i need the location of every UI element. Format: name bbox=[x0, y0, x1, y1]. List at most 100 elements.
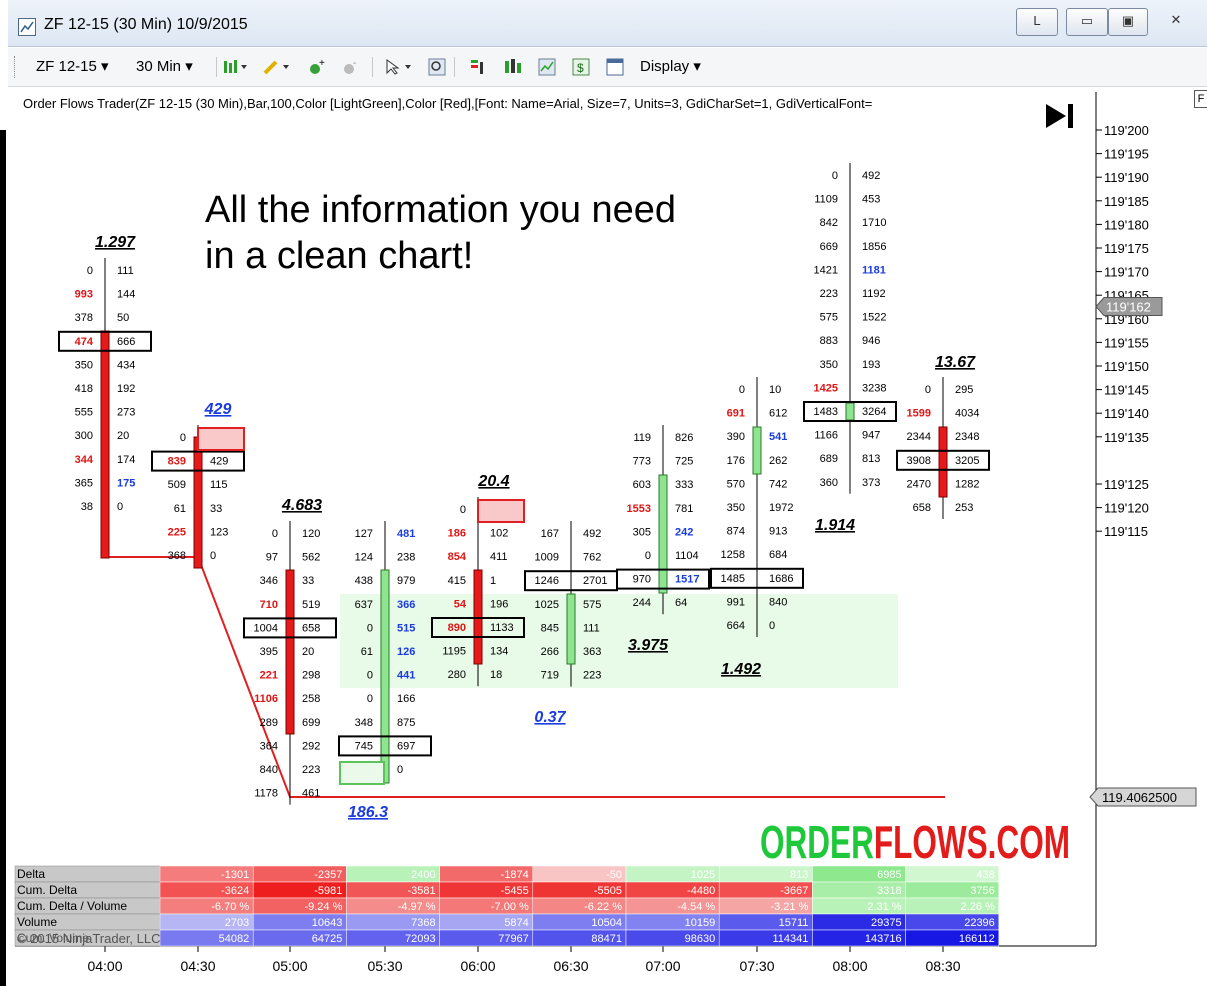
stats-value: 3318 bbox=[877, 885, 901, 897]
stats-value: 114341 bbox=[773, 933, 809, 945]
stats-value: -1301 bbox=[221, 869, 249, 881]
stats-value: 98630 bbox=[685, 933, 716, 945]
bid-volume: 991 bbox=[727, 596, 745, 608]
time-axis-label: 04:00 bbox=[87, 958, 122, 974]
time-axis-label: 08:30 bbox=[925, 958, 960, 974]
bid-volume: 691 bbox=[727, 408, 745, 420]
ask-volume: 699 bbox=[302, 717, 320, 729]
bid-volume: 350 bbox=[727, 502, 745, 514]
bid-volume: 360 bbox=[820, 477, 838, 489]
ask-volume: 366 bbox=[397, 599, 415, 611]
ask-volume: 429 bbox=[210, 456, 228, 468]
price-axis-label: 119'125 bbox=[1104, 477, 1149, 492]
ask-volume: 826 bbox=[675, 432, 693, 444]
line-price-label: 119.4062500 bbox=[1102, 790, 1177, 805]
ask-volume: 2701 bbox=[583, 575, 607, 587]
price-axis-label: 119'115 bbox=[1104, 524, 1148, 539]
bid-volume: 38 bbox=[81, 501, 93, 513]
stats-value: 15711 bbox=[779, 917, 809, 929]
bid-volume: 842 bbox=[820, 217, 838, 229]
stats-value: 10643 bbox=[312, 917, 343, 929]
stats-value: -7.00 % bbox=[491, 901, 529, 913]
ask-volume: 441 bbox=[397, 670, 415, 682]
stats-value: 10504 bbox=[591, 917, 622, 929]
price-axis-label: 119'185 bbox=[1104, 194, 1149, 209]
ask-volume: 174 bbox=[117, 454, 135, 466]
ask-volume: 3264 bbox=[862, 406, 886, 418]
ask-volume: 193 bbox=[862, 359, 880, 371]
ask-volume: 238 bbox=[397, 552, 415, 564]
bid-volume: 346 bbox=[260, 575, 278, 587]
bid-volume: 97 bbox=[266, 552, 278, 564]
ask-volume: 175 bbox=[117, 477, 135, 489]
bid-volume: 1425 bbox=[814, 382, 838, 394]
ask-volume: 725 bbox=[675, 456, 693, 468]
ask-volume: 111 bbox=[583, 622, 600, 634]
stats-value: 5874 bbox=[504, 917, 528, 929]
annotation-label: 4.683 bbox=[281, 497, 322, 514]
bid-volume: 378 bbox=[75, 312, 93, 324]
annotation-label: 1.492 bbox=[721, 661, 761, 678]
bid-volume: 1599 bbox=[907, 408, 931, 420]
stats-value: -3581 bbox=[407, 885, 435, 897]
stats-value: -3.21 % bbox=[770, 901, 808, 913]
footprint-bar: 0 492 1109 453 842 1710 669 1856 1421 1181 223 1192… bbox=[803, 163, 897, 494]
ask-volume: 742 bbox=[769, 478, 787, 490]
ask-volume: 166 bbox=[397, 693, 415, 705]
bid-volume: 970 bbox=[633, 574, 651, 586]
bid-volume: 415 bbox=[448, 575, 466, 587]
bid-volume: 1258 bbox=[721, 549, 745, 561]
ask-volume: 434 bbox=[117, 359, 135, 371]
bid-volume: 0 bbox=[739, 384, 745, 396]
bid-volume: 0 bbox=[645, 550, 651, 562]
bid-volume: 845 bbox=[541, 622, 559, 634]
ask-volume: 292 bbox=[302, 740, 320, 752]
bar-body bbox=[938, 426, 948, 498]
annotation-label: 1.297 bbox=[95, 234, 136, 251]
bid-volume: 3908 bbox=[907, 455, 931, 467]
ask-volume: 1181 bbox=[862, 264, 886, 276]
bid-volume: 773 bbox=[633, 456, 651, 468]
stats-value: 29375 bbox=[871, 917, 902, 929]
ask-volume: 0 bbox=[397, 764, 403, 776]
price-axis-label: 119'155 bbox=[1104, 335, 1149, 350]
stats-value: 64725 bbox=[312, 933, 343, 945]
bid-volume: 348 bbox=[355, 717, 373, 729]
stats-value: 2703 bbox=[225, 917, 249, 929]
bar-body bbox=[845, 402, 855, 421]
bid-volume: 689 bbox=[820, 453, 838, 465]
annotation-label: 0.37 bbox=[534, 709, 566, 726]
bid-volume: 1106 bbox=[254, 693, 278, 705]
order-flow-chart[interactable]: 119'200 119'195 119'190 119'185 119'180 119'1… bbox=[0, 0, 1207, 986]
bid-volume: 1483 bbox=[814, 406, 838, 418]
ask-volume: 262 bbox=[769, 455, 787, 467]
stats-value: -3667 bbox=[780, 885, 808, 897]
ask-volume: 1192 bbox=[862, 288, 886, 300]
bid-volume: 390 bbox=[727, 431, 745, 443]
ask-volume: 0 bbox=[769, 620, 775, 632]
ask-volume: 875 bbox=[397, 717, 415, 729]
annotation-label: 1.914 bbox=[815, 517, 855, 534]
bid-volume: 266 bbox=[541, 646, 559, 658]
bid-volume: 0 bbox=[367, 622, 373, 634]
time-axis-label: 07:30 bbox=[739, 958, 774, 974]
bid-volume: 883 bbox=[820, 335, 838, 347]
bar-body bbox=[566, 593, 576, 665]
stats-row-label: Delta bbox=[17, 867, 45, 881]
bid-volume: 555 bbox=[75, 407, 93, 419]
stats-value: 143716 bbox=[865, 933, 902, 945]
ask-volume: 684 bbox=[769, 549, 787, 561]
bid-volume: 1009 bbox=[535, 552, 559, 564]
bid-volume: 2344 bbox=[907, 431, 931, 443]
ask-volume: 781 bbox=[675, 503, 693, 515]
bid-volume: 669 bbox=[820, 241, 838, 253]
price-axis-label: 119'120 bbox=[1104, 501, 1149, 516]
ask-volume: 4034 bbox=[955, 408, 979, 420]
orderflows-logo: ORDERFLOWS.COM bbox=[760, 816, 1070, 868]
bid-volume: 658 bbox=[913, 502, 931, 514]
go-to-end-bar bbox=[1068, 104, 1073, 128]
bid-volume: 438 bbox=[355, 575, 373, 587]
time-axis-label: 04:30 bbox=[180, 958, 215, 974]
bid-volume: 365 bbox=[75, 477, 93, 489]
last-price-label: 119'162 bbox=[1106, 300, 1151, 315]
